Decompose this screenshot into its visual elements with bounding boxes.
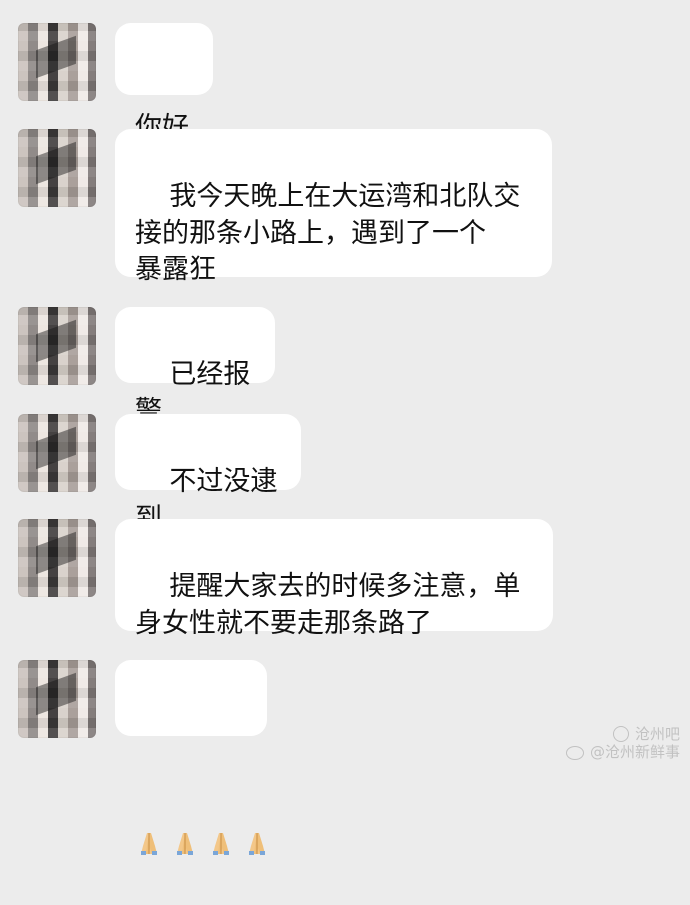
wechat-icon xyxy=(612,725,629,742)
message-bubble xyxy=(115,660,267,855)
sender-avatar[interactable] xyxy=(18,519,96,597)
sender-avatar[interactable] xyxy=(18,414,96,492)
message-bubble: 提醒大家去的时候多注意，单 身女性就不要走那条路了 xyxy=(115,519,553,639)
chat-thread: 你好 我今天晚上在大运湾和北队交 接的那条小路上，遇到了一个 暴露狂 已经报警 … xyxy=(0,0,690,855)
message-bubble: 你好 xyxy=(115,23,213,143)
message-text: 提醒大家去的时候多注意，单 身女性就不要走那条路了 xyxy=(135,571,521,639)
message-bubble: 不过没逮到 xyxy=(115,414,301,534)
folded-hands-icon xyxy=(207,757,235,855)
message-bubble: 已经报警 xyxy=(115,307,275,427)
watermark-line-1: 沧州吧 xyxy=(566,725,680,744)
sender-avatar[interactable] xyxy=(18,129,96,207)
message-bubble: 我今天晚上在大运湾和北队交 接的那条小路上，遇到了一个 暴露狂 xyxy=(115,129,552,285)
watermark-text-2: @沧州新鲜事 xyxy=(589,743,680,762)
folded-hands-icon xyxy=(135,757,163,855)
emoji-row xyxy=(135,754,265,855)
weibo-icon xyxy=(565,745,584,760)
sender-avatar[interactable] xyxy=(18,660,96,738)
sender-avatar[interactable] xyxy=(18,23,96,101)
watermark: 沧州吧 @沧州新鲜事 xyxy=(565,725,680,763)
folded-hands-icon xyxy=(243,757,271,855)
folded-hands-icon xyxy=(171,757,199,855)
watermark-text-1: 沧州吧 xyxy=(634,724,680,743)
watermark-line-2: @沧州新鲜事 xyxy=(565,743,680,762)
message-text: 我今天晚上在大运湾和北队交 接的那条小路上，遇到了一个 暴露狂 xyxy=(135,181,521,286)
sender-avatar[interactable] xyxy=(18,307,96,385)
